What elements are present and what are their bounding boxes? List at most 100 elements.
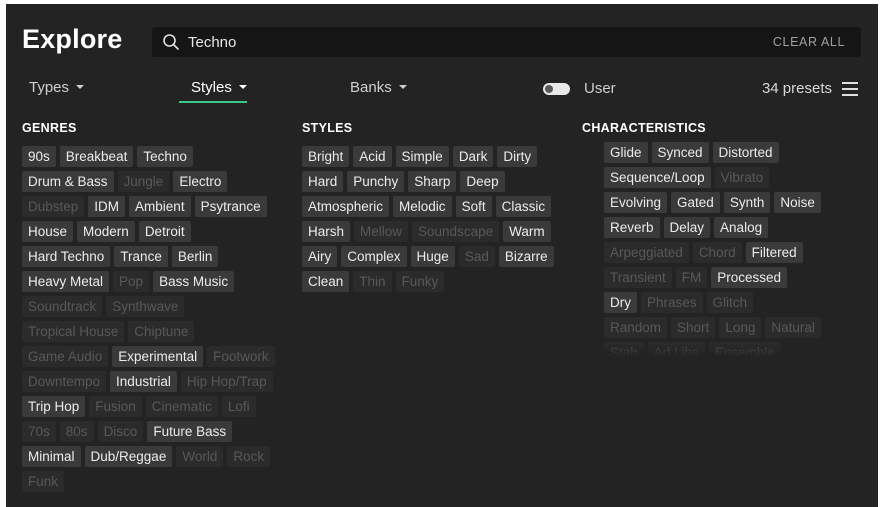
characteristics-chip[interactable]: Phrases (641, 292, 703, 313)
genres-chip[interactable]: Drum & Bass (22, 171, 114, 192)
characteristics-chip[interactable]: Evolving (604, 192, 668, 213)
genres-chip[interactable]: Dub/Reggae (84, 446, 173, 467)
characteristics-chip[interactable]: Natural (765, 317, 821, 338)
styles-chip[interactable]: Huge (410, 246, 455, 267)
genres-chip[interactable]: Industrial (110, 371, 177, 392)
genres-chip[interactable]: Footwork (207, 346, 275, 367)
genres-chip[interactable]: Berlin (171, 246, 219, 267)
genres-chip[interactable]: Modern (77, 221, 135, 242)
characteristics-chip[interactable]: Vibrato (714, 167, 770, 188)
genres-chip[interactable]: Experimental (112, 346, 204, 367)
characteristics-chip[interactable]: Gated (671, 192, 720, 213)
genres-chip[interactable]: Trance (114, 246, 168, 267)
genres-chip[interactable]: Minimal (22, 446, 81, 467)
styles-chip[interactable]: Punchy (347, 171, 405, 192)
characteristics-chip[interactable]: Glide (604, 142, 648, 163)
genres-chip[interactable]: Tropical House (22, 321, 125, 342)
search-input[interactable]: Techno (188, 34, 236, 51)
characteristics-chip[interactable]: Noise (774, 192, 821, 213)
styles-chip[interactable]: Hard (302, 171, 344, 192)
styles-chip[interactable]: Bizarre (498, 246, 554, 267)
genres-chip[interactable]: 70s (22, 421, 56, 442)
styles-chip[interactable]: Harsh (302, 221, 351, 242)
user-toggle[interactable] (543, 83, 570, 95)
genres-chip[interactable]: Bass Music (153, 271, 235, 292)
tab-styles[interactable]: Styles (191, 79, 247, 96)
genres-chip[interactable]: Psytrance (194, 196, 267, 217)
genres-chip[interactable]: Heavy Metal (22, 271, 110, 292)
styles-chip[interactable]: Atmospheric (302, 196, 390, 217)
genres-chip[interactable]: 80s (59, 421, 94, 442)
characteristics-chip[interactable]: Arpeggiated (604, 242, 689, 263)
characteristics-chip[interactable]: Glitch (706, 292, 754, 313)
styles-chip[interactable]: Melodic (393, 196, 452, 217)
styles-chip[interactable]: Dark (452, 146, 494, 167)
characteristics-chip[interactable]: Chord (692, 242, 742, 263)
characteristics-chip[interactable]: FM (675, 267, 708, 288)
genres-chip[interactable]: Dubstep (22, 196, 85, 217)
styles-chip[interactable]: Dirty (497, 146, 538, 167)
characteristics-chip[interactable]: Synth (723, 192, 771, 213)
search-bar[interactable]: Techno CLEAR ALL (152, 27, 861, 57)
genres-chip[interactable]: Chiptune (128, 321, 195, 342)
genres-chip[interactable]: Breakbeat (59, 146, 134, 167)
styles-chip[interactable]: Airy (302, 246, 338, 267)
styles-chip[interactable]: Sharp (408, 171, 457, 192)
styles-chip[interactable]: Mellow (354, 221, 409, 242)
styles-chip[interactable]: Bright (302, 146, 350, 167)
genres-chip[interactable]: Downtempo (22, 371, 107, 392)
characteristics-chip[interactable]: Short (671, 317, 716, 338)
genres-chip[interactable]: Fusion (89, 396, 142, 417)
genres-chip[interactable]: Electro (173, 171, 228, 192)
styles-chip[interactable]: Clean (302, 271, 350, 292)
styles-chip[interactable]: Classic (495, 196, 552, 217)
hamburger-menu-icon[interactable] (842, 82, 858, 96)
genres-chip[interactable]: Ambient (129, 196, 191, 217)
styles-chip[interactable]: Simple (395, 146, 449, 167)
styles-chip[interactable]: Funky (395, 271, 445, 292)
genres-chip[interactable]: Trip Hop (22, 396, 86, 417)
styles-chip[interactable]: Soundscape (412, 221, 500, 242)
genres-chip[interactable]: Detroit (138, 221, 191, 242)
genres-chip[interactable]: Hip Hop/Trap (180, 371, 273, 392)
characteristics-chip[interactable]: Long (719, 317, 762, 338)
characteristics-chip[interactable]: Synced (651, 142, 709, 163)
genres-chip[interactable]: Cinematic (145, 396, 218, 417)
styles-chip[interactable]: Warm (503, 221, 551, 242)
genres-chip[interactable]: Jungle (117, 171, 170, 192)
styles-chip[interactable]: Acid (353, 146, 392, 167)
characteristics-scroll-area[interactable]: Glide Synced Distorted Sequence/Loop Vibrato… (582, 142, 852, 362)
genres-chip[interactable]: IDM (88, 196, 126, 217)
genres-chip[interactable]: House (22, 221, 74, 242)
genres-chip[interactable]: Lofi (221, 396, 256, 417)
styles-chip[interactable]: Deep (460, 171, 505, 192)
genres-chip[interactable]: Game Audio (22, 346, 109, 367)
characteristics-chip[interactable]: Reverb (604, 217, 660, 238)
genres-chip[interactable]: Disco (97, 421, 144, 442)
genres-chip[interactable]: 90s (22, 146, 56, 167)
characteristics-chip[interactable]: Processed (711, 267, 788, 288)
genres-chip[interactable]: Soundtrack (22, 296, 103, 317)
genres-chip[interactable]: Rock (227, 446, 271, 467)
tab-types[interactable]: Types (29, 79, 85, 96)
tab-banks[interactable]: Banks (350, 79, 407, 96)
genres-chip[interactable]: Hard Techno (22, 246, 111, 267)
styles-chip[interactable]: Soft (455, 196, 492, 217)
genres-chip[interactable]: Funk (22, 471, 65, 492)
styles-chip[interactable]: Complex (341, 246, 407, 267)
clear-all-button[interactable]: CLEAR ALL (773, 35, 845, 49)
genres-chip[interactable]: World (176, 446, 224, 467)
characteristics-chip[interactable]: Transient (604, 267, 672, 288)
characteristics-chip[interactable]: Filtered (745, 242, 803, 263)
styles-chip[interactable]: Sad (458, 246, 495, 267)
characteristics-chip[interactable]: Dry (604, 292, 637, 313)
characteristics-chip[interactable]: Delay (663, 217, 711, 238)
characteristics-chip[interactable]: Distorted (712, 142, 779, 163)
characteristics-chip[interactable]: Sequence/Loop (604, 167, 711, 188)
genres-chip[interactable]: Future Bass (147, 421, 233, 442)
characteristics-chip[interactable]: Analog (714, 217, 769, 238)
genres-chip[interactable]: Synthwave (106, 296, 185, 317)
characteristics-chip[interactable]: Random (604, 317, 668, 338)
styles-chip[interactable]: Thin (353, 271, 392, 292)
genres-chip[interactable]: Techno (137, 146, 193, 167)
